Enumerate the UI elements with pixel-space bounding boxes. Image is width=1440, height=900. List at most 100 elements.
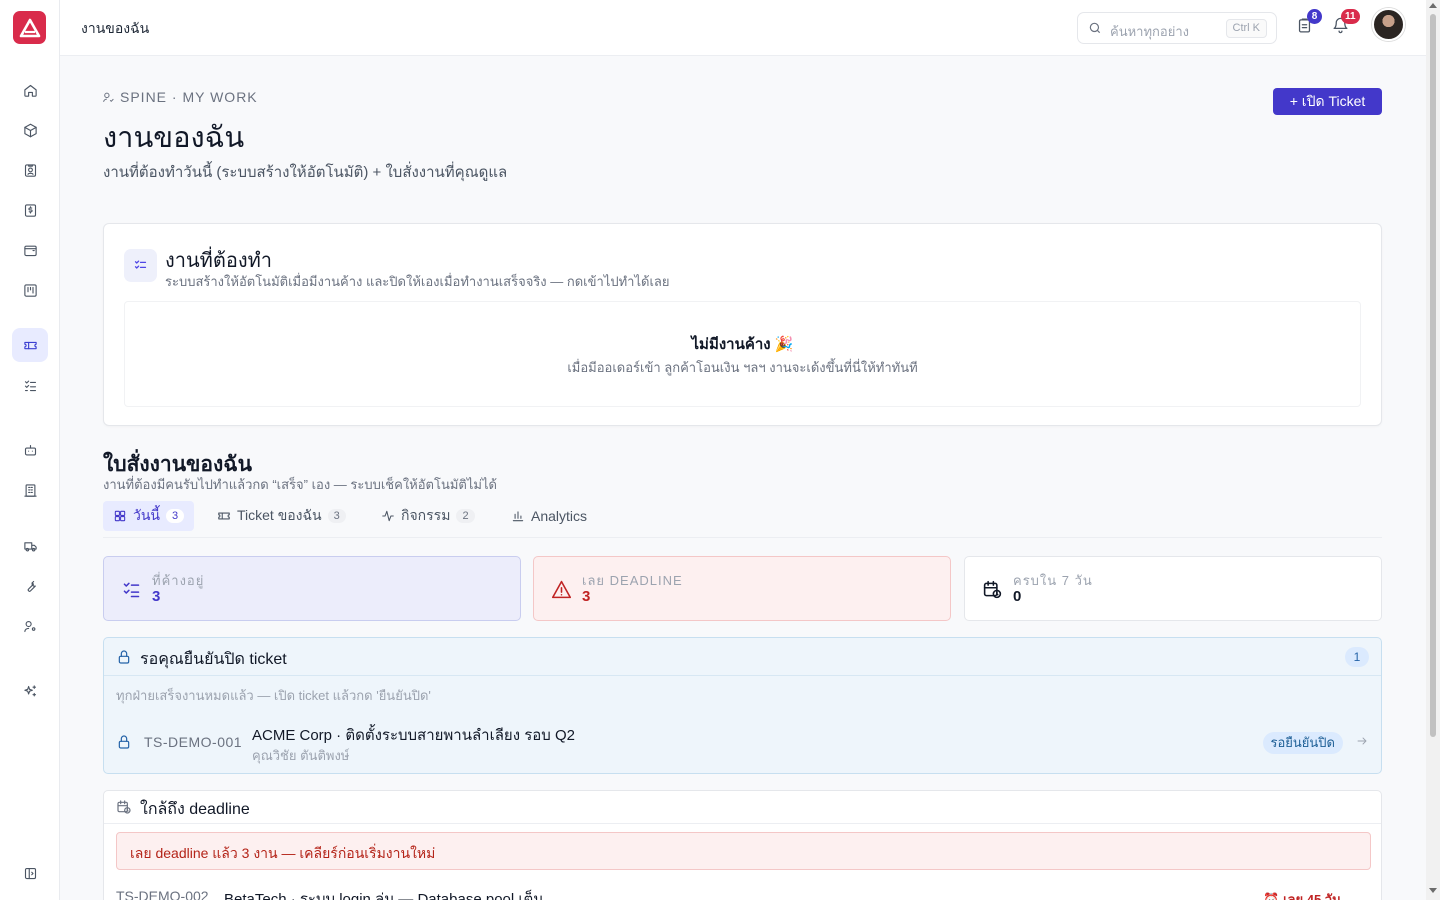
lock-icon — [118, 735, 130, 749]
scroll-down-icon[interactable] — [1429, 888, 1437, 893]
robot-icon — [24, 444, 36, 455]
user-avatar[interactable] — [1372, 8, 1405, 41]
stat-pending[interactable]: ที่ค้างอยู่ 3 — [103, 556, 521, 621]
overdue-alert: เลย deadline แล้ว 3 งาน — เคลียร์ก่อนเริ… — [116, 832, 1371, 870]
tab-analytics[interactable]: Analytics — [501, 501, 597, 531]
page-subtitle: งานที่ต้องทำวันนี้ (ระบบสร้างให้อัตโนมัต… — [103, 164, 508, 181]
confirm-close-note: ทุกฝ่ายเสร็จงานหมดแล้ว — เปิด ticket แล้… — [116, 688, 431, 703]
deadline-ticket-title[interactable]: BetaTech · ระบบ login ล่ม — Database poo… — [224, 887, 543, 900]
confirm-close-count: 1 — [1345, 647, 1369, 667]
notifications-button[interactable]: 11 — [1332, 9, 1360, 37]
nav-tasks[interactable] — [12, 368, 48, 402]
deadline-ticket-id[interactable]: TS-DEMO-002 — [116, 888, 209, 900]
panel-toggle-icon — [24, 867, 36, 879]
nav-invoices[interactable] — [12, 193, 48, 227]
deadline-title: ใกล้ถึง deadline — [140, 801, 250, 818]
sparkles-icon — [23, 684, 36, 696]
calendar-clock-icon — [983, 580, 1002, 599]
tab-activity[interactable]: กิจกรรม 2 — [371, 501, 485, 531]
tab-count: 3 — [166, 509, 185, 523]
wallet-icon — [23, 245, 37, 256]
grid-icon — [114, 510, 126, 522]
tab-my-tickets[interactable]: Ticket ของฉัน 3 — [207, 501, 356, 531]
tab-today[interactable]: วันนี้ 3 — [103, 501, 195, 531]
nav-company[interactable] — [12, 473, 48, 507]
user-gear-icon — [23, 620, 35, 632]
building-icon — [23, 483, 37, 497]
arrow-right-icon — [1357, 737, 1367, 745]
app-logo[interactable] — [13, 11, 46, 44]
checklist-icon — [24, 380, 36, 391]
page-title: งานของฉัน — [103, 122, 245, 154]
search-icon — [1089, 22, 1101, 34]
stat-label: เลย DEADLINE — [582, 573, 683, 588]
stat-value: 3 — [582, 588, 591, 605]
page-scrollbar[interactable] — [1426, 0, 1440, 900]
divider — [104, 823, 1381, 824]
todo-card: งานที่ต้องทำ ระบบสร้างให้อัตโนมัติเมื่อม… — [103, 223, 1382, 426]
ticket-icon — [23, 341, 37, 349]
tab-count: 2 — [456, 509, 475, 523]
nav-service[interactable] — [12, 569, 48, 603]
tab-label: Ticket ของฉัน — [237, 507, 322, 523]
nav-tickets[interactable] — [12, 328, 48, 362]
box-icon — [23, 123, 37, 137]
kanban-icon — [23, 283, 37, 297]
scroll-thumb[interactable] — [1430, 14, 1436, 737]
stat-due-7-days[interactable]: ครบใน 7 วัน 0 — [964, 556, 1382, 621]
nav-ai[interactable] — [12, 674, 48, 708]
tab-count: 3 — [327, 509, 346, 523]
empty-state-description: เมื่อมีออเดอร์เข้า ลูกค้าโอนเงิน ฯลฯ งาน… — [567, 360, 918, 375]
nav-board[interactable] — [12, 273, 48, 307]
topbar-title: งานของฉัน — [81, 20, 150, 36]
global-search[interactable]: ค้นหาทุกอย่าง Ctrl K — [1077, 12, 1277, 44]
activity-icon — [382, 510, 394, 522]
truck-icon — [23, 541, 37, 551]
scroll-up-icon[interactable] — [1429, 3, 1437, 8]
tab-label: วันนี้ — [133, 507, 161, 523]
nav-delivery[interactable] — [12, 529, 48, 563]
todo-empty-state: ไม่มีงานค้าง 🎉 เมื่อมีออเดอร์เข้า ลูกค้า… — [124, 301, 1361, 407]
user-check-icon — [103, 92, 114, 102]
ticket-title: ACME Corp · ติดตั้งระบบสายพานลำเลียง รอบ… — [252, 727, 575, 744]
stat-value: 3 — [152, 588, 161, 605]
bar-chart-icon — [512, 511, 524, 522]
empty-state-title: ไม่มีงานค้าง 🎉 — [691, 336, 794, 353]
page-eyebrow: SPINE · MY WORK — [102, 89, 258, 105]
warning-icon — [551, 580, 572, 599]
todo-description: ระบบสร้างให้อัตโนมัติเมื่อมีงานค้าง และป… — [165, 274, 670, 289]
nav-products[interactable] — [12, 113, 48, 147]
search-shortcut: Ctrl K — [1225, 19, 1267, 38]
topbar: งานของฉัน ค้นหาทุกอย่าง Ctrl K 8 11 — [60, 0, 1426, 56]
sidebar — [0, 0, 60, 900]
notifications-count-badge: 11 — [1341, 9, 1360, 24]
orders-section-description: งานที่ต้องมีคนรับไปทำแล้วกด “เสร็จ” เอง … — [103, 477, 497, 492]
nav-automation[interactable] — [12, 433, 48, 467]
invoice-icon — [24, 203, 36, 217]
nav-collapse[interactable] — [12, 856, 48, 890]
search-placeholder: ค้นหาทุกอย่าง — [1110, 24, 1189, 39]
open-ticket-button[interactable]: + เปิด Ticket — [1273, 88, 1382, 115]
nav-home[interactable] — [12, 73, 48, 107]
orders-tabs: วันนี้ 3 Ticket ของฉัน 3 กิจกรรม 2 Analy… — [103, 501, 1382, 538]
todo-icon-box — [124, 249, 157, 282]
id-badge-icon — [24, 163, 36, 177]
ticket-icon — [218, 512, 230, 520]
nav-contacts[interactable] — [12, 153, 48, 187]
deadline-ticket-due: ⏰ เลย 45 วัน — [1263, 892, 1341, 900]
tab-label: Analytics — [531, 508, 588, 524]
status-badge: รอยืนยันปิด — [1262, 732, 1343, 754]
ticket-owner: คุณวิชัย ตันติพงษ์ — [252, 748, 350, 763]
ticket-row[interactable]: TS-DEMO-001 ACME Corp · ติดตั้งระบบสายพา… — [104, 716, 1381, 772]
eyebrow-text: SPINE · MY WORK — [120, 89, 258, 105]
confirm-close-header: รอคุณยืนยันปิด ticket 1 — [104, 638, 1381, 676]
nav-wallet[interactable] — [12, 233, 48, 267]
wrench-icon — [27, 580, 36, 592]
confirm-close-card: รอคุณยืนยันปิด ticket 1 ทุกฝ่ายเสร็จงานห… — [103, 637, 1382, 774]
nav-users[interactable] — [12, 609, 48, 643]
logo-mark-icon — [19, 18, 40, 37]
tasks-count-badge: 8 — [1307, 9, 1322, 24]
stat-overdue[interactable]: เลย DEADLINE 3 — [533, 556, 951, 621]
tasks-button[interactable]: 8 — [1296, 9, 1322, 37]
confirm-close-title: รอคุณยืนยันปิด ticket — [140, 651, 287, 668]
